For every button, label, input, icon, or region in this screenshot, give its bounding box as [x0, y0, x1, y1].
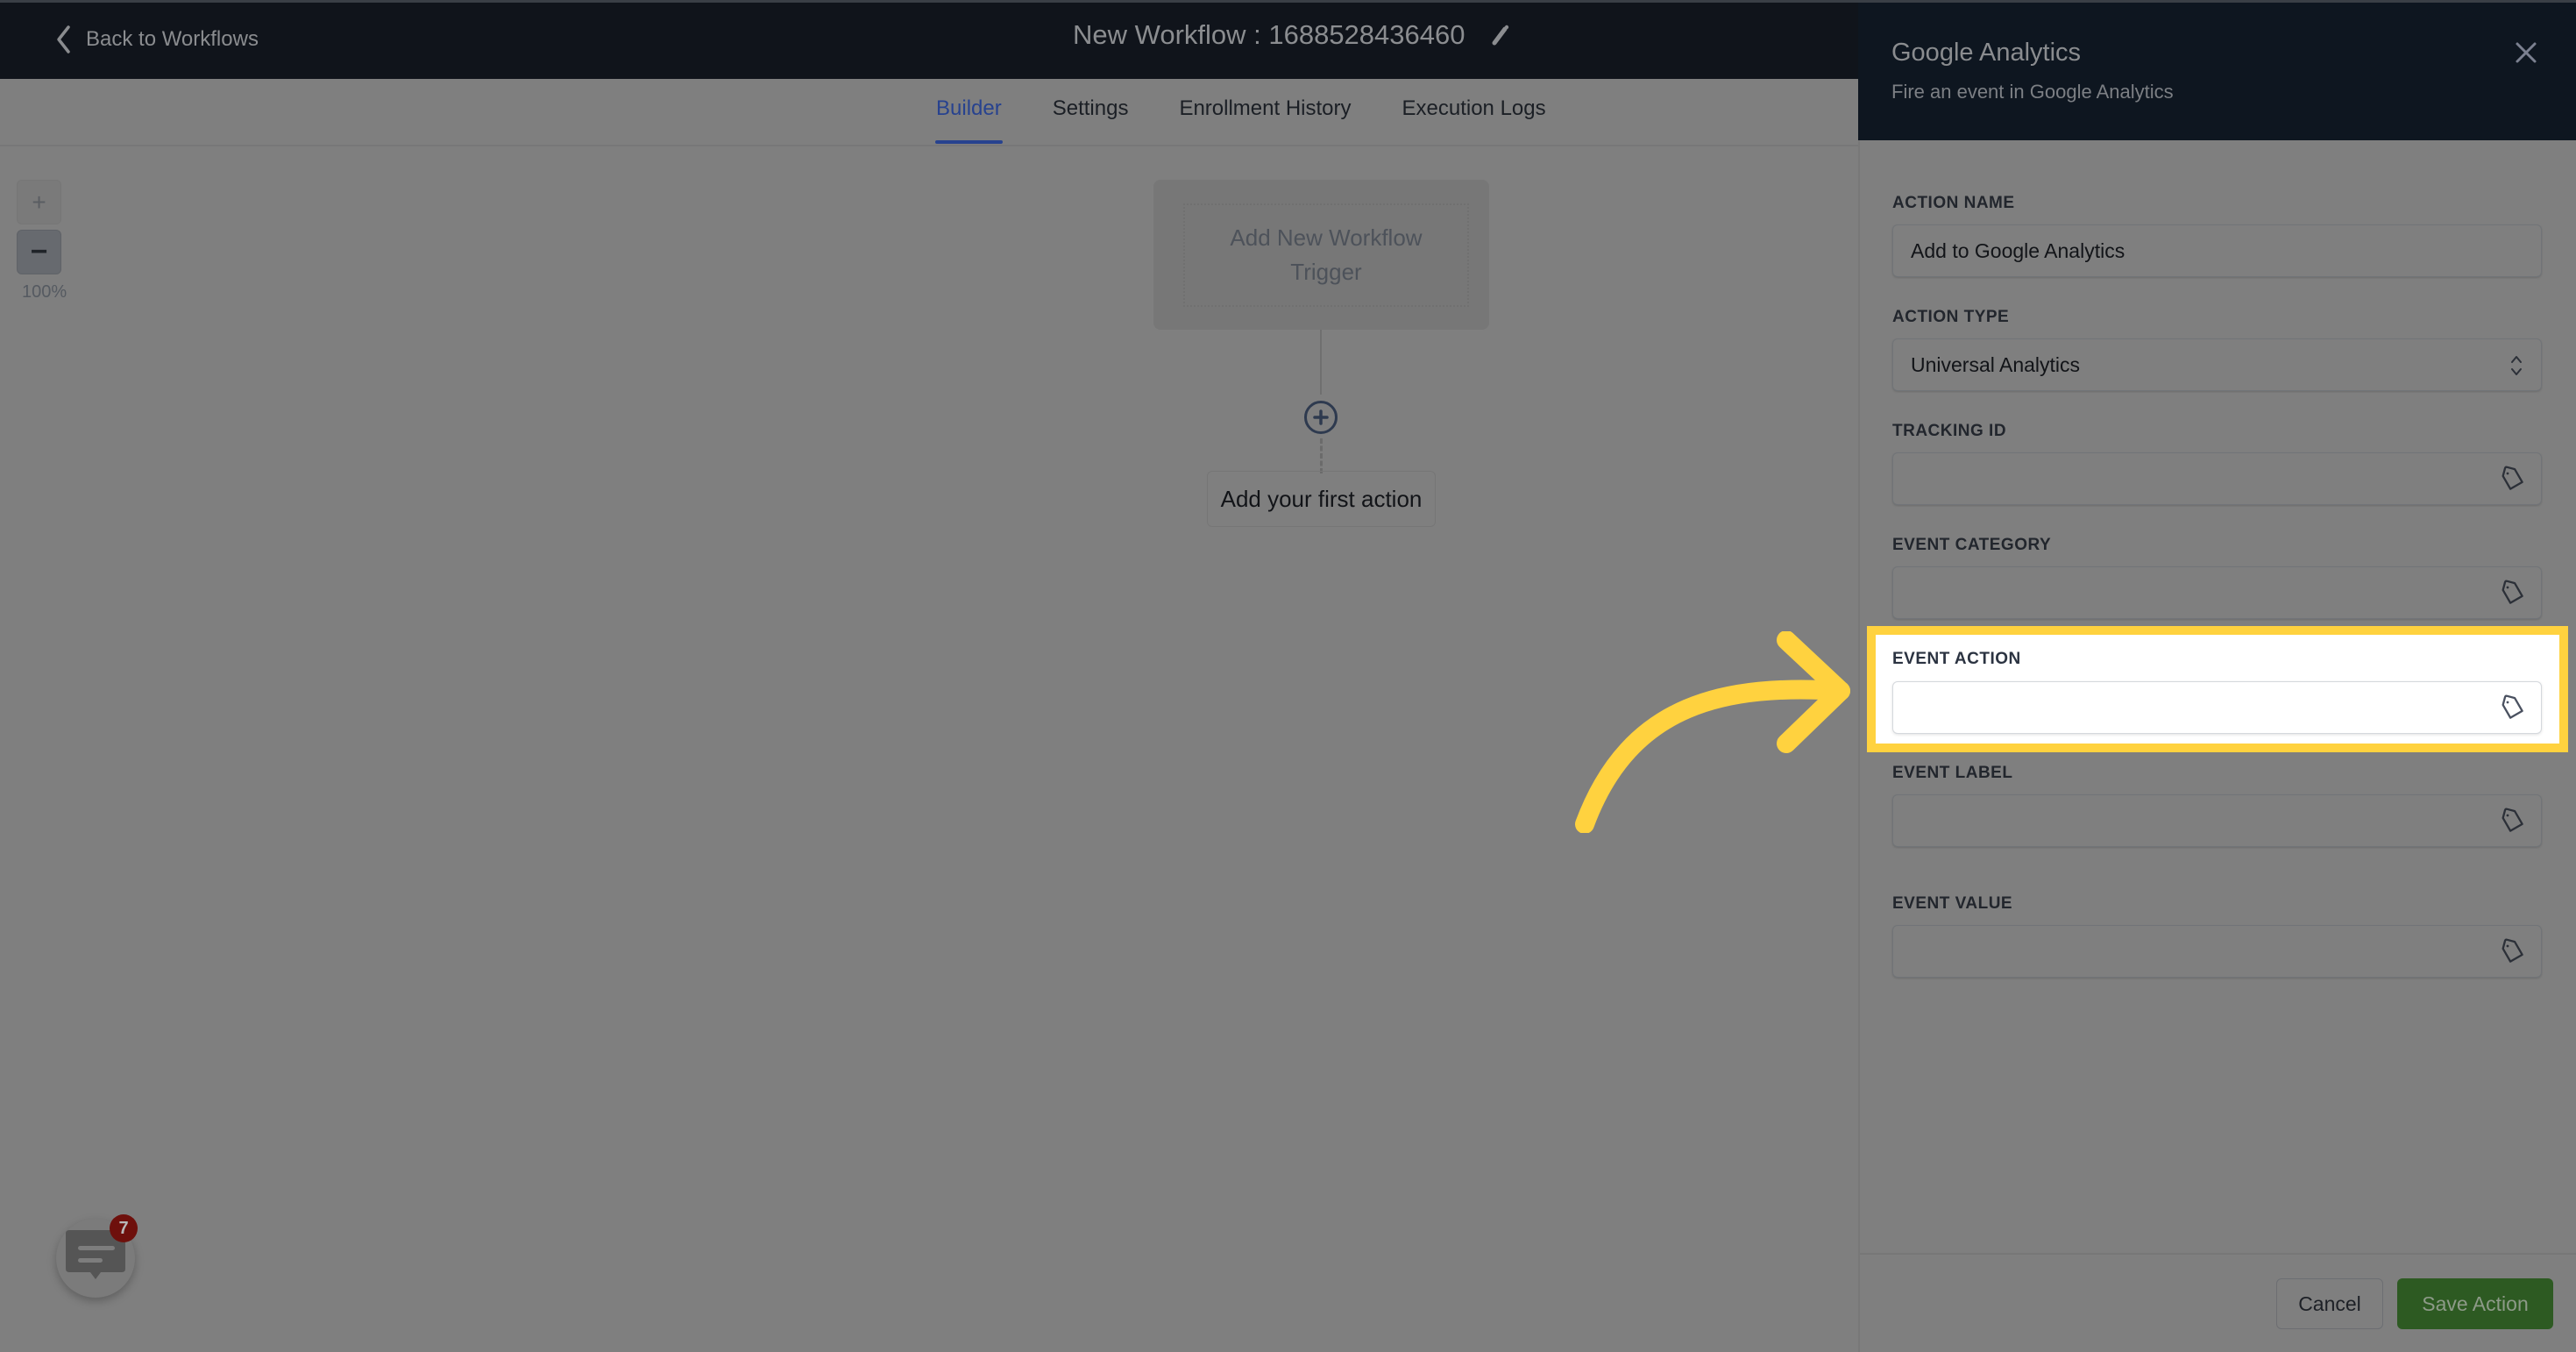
- connector-line: [1320, 330, 1322, 395]
- plus-icon: [1313, 409, 1329, 425]
- add-first-action-button[interactable]: Add your first action: [1207, 471, 1436, 527]
- event-category-input[interactable]: [1892, 566, 2542, 619]
- action-name-input[interactable]: Add to Google Analytics: [1892, 224, 2542, 277]
- workflow-title-text: New Workflow : 1688528436460: [1073, 19, 1465, 50]
- action-name-value: Add to Google Analytics: [1911, 238, 2125, 262]
- event-action-label: EVENT ACTION: [1892, 650, 2021, 668]
- event-category-label: EVENT CATEGORY: [1892, 536, 2052, 554]
- tab-execution-logs[interactable]: Execution Logs: [1402, 96, 1546, 121]
- add-trigger-label: Add New Workflow Trigger: [1230, 224, 1423, 285]
- pencil-edit-icon[interactable]: [1492, 25, 1509, 46]
- action-type-value: Universal Analytics: [1911, 352, 2081, 376]
- close-icon[interactable]: [2514, 40, 2538, 65]
- tracking-id-input[interactable]: [1892, 452, 2542, 505]
- tag-icon[interactable]: [2499, 466, 2527, 494]
- action-name-label: ACTION NAME: [1892, 194, 2015, 212]
- panel-header: [1858, 0, 2576, 140]
- zoom-level: 100%: [22, 282, 67, 302]
- tag-icon[interactable]: [2499, 808, 2527, 836]
- annotation-arrow-icon: [1575, 631, 1850, 833]
- chevron-left-icon: [57, 25, 70, 53]
- save-action-button[interactable]: Save Action: [2397, 1278, 2553, 1329]
- tracking-id-label: TRACKING ID: [1892, 422, 2007, 440]
- add-action-plus-button[interactable]: [1304, 401, 1338, 434]
- cancel-button[interactable]: Cancel: [2276, 1278, 2383, 1329]
- back-label: Back to Workflows: [86, 27, 259, 51]
- workflow-title: New Workflow : 1688528436460: [1073, 19, 1509, 51]
- action-type-label: ACTION TYPE: [1892, 308, 2010, 326]
- add-trigger-button[interactable]: Add New Workflow Trigger: [1183, 203, 1469, 307]
- select-updown-icon: [2511, 356, 2522, 375]
- tabs-divider: [0, 145, 1858, 146]
- action-type-select[interactable]: Universal Analytics: [1892, 338, 2542, 391]
- panel-title: Google Analytics: [1891, 39, 2082, 67]
- event-label-input[interactable]: [1892, 794, 2542, 847]
- panel-footer-divider: [1860, 1253, 2576, 1255]
- tag-icon[interactable]: [2499, 938, 2527, 966]
- back-to-workflows-link[interactable]: Back to Workflows: [54, 25, 259, 54]
- workflow-tabs: Builder Settings Enrollment History Exec…: [935, 96, 1546, 144]
- event-action-input[interactable]: [1892, 681, 2542, 734]
- tab-settings[interactable]: Settings: [1053, 96, 1129, 121]
- tab-enrollment-history[interactable]: Enrollment History: [1179, 96, 1351, 121]
- zoom-out-button[interactable]: −: [17, 230, 61, 274]
- event-value-input[interactable]: [1892, 925, 2542, 978]
- tag-icon[interactable]: [2499, 694, 2527, 722]
- top-header-bar: [0, 0, 1858, 79]
- dashed-connector: [1320, 438, 1323, 473]
- zoom-in-button[interactable]: +: [17, 180, 61, 224]
- tag-icon[interactable]: [2499, 580, 2527, 608]
- tab-builder[interactable]: Builder: [935, 96, 1003, 144]
- notification-badge: 7: [110, 1214, 138, 1242]
- event-label-label: EVENT LABEL: [1892, 764, 2013, 782]
- panel-subtitle: Fire an event in Google Analytics: [1891, 81, 2174, 103]
- event-value-label: EVENT VALUE: [1892, 894, 2013, 913]
